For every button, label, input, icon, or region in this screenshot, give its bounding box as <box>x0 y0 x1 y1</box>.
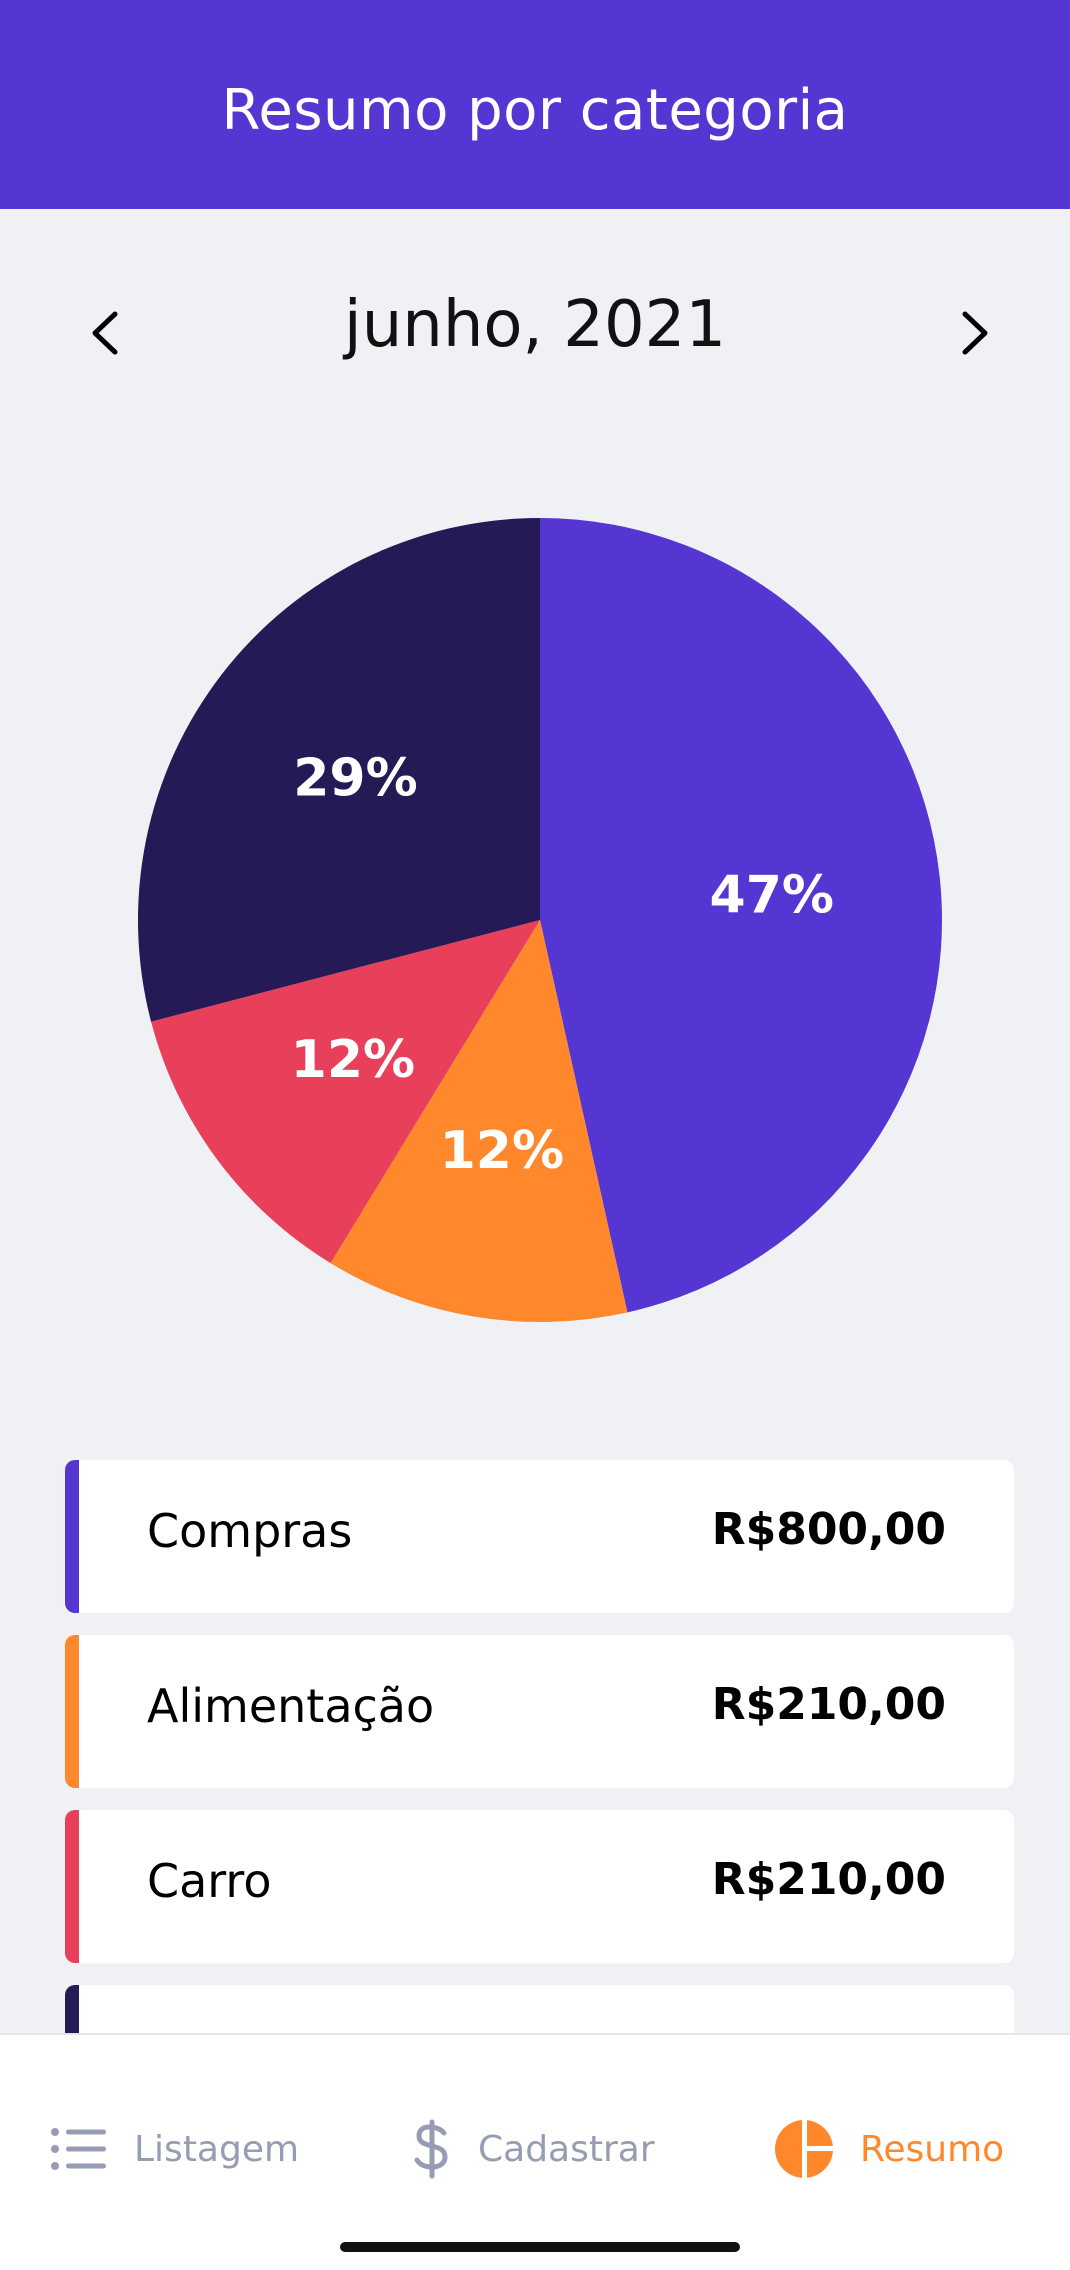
tab-cadastrar[interactable]: Cadastrar <box>412 2109 655 2189</box>
list-icon <box>50 2125 108 2173</box>
page-title: Resumo por categoria <box>221 78 849 143</box>
current-month-label: junho, 2021 <box>343 288 727 362</box>
category-list: Compras R$800,00 Alimentação R$210,00 Ca… <box>65 1460 1014 2033</box>
category-color-bar <box>65 1985 79 2033</box>
pie-slice-label: 12% <box>291 1030 415 1090</box>
category-color-bar <box>65 1810 79 1963</box>
bottom-tab-bar: Listagem Cadastrar Resumo <box>0 2033 1070 2270</box>
pie-slice-label: 47% <box>710 865 834 925</box>
category-card-carro[interactable]: Carro R$210,00 <box>65 1810 1014 1963</box>
chevron-right-icon <box>962 311 988 355</box>
category-amount: R$210,00 <box>711 1854 946 1905</box>
category-name: Carro <box>147 1854 272 1908</box>
tab-listagem[interactable]: Listagem <box>50 2109 299 2189</box>
tab-label: Resumo <box>860 2128 1005 2170</box>
tab-label: Cadastrar <box>478 2128 655 2170</box>
tab-resumo[interactable]: Resumo <box>774 2109 1004 2189</box>
category-pie-chart: 47% 12% 12% 29% <box>130 510 950 1330</box>
category-name: Alimentação <box>147 1679 435 1733</box>
tab-label: Listagem <box>134 2128 300 2170</box>
pie-slice-label: 12% <box>440 1121 564 1181</box>
month-selector: junho, 2021 <box>0 270 1070 390</box>
category-card-alimentacao[interactable]: Alimentação R$210,00 <box>65 1635 1014 1788</box>
pie-chart-icon <box>774 2119 834 2179</box>
category-card-partial[interactable] <box>65 1985 1014 2033</box>
app-header: Resumo por categoria <box>0 0 1070 209</box>
category-color-bar <box>65 1460 79 1613</box>
category-amount: R$210,00 <box>711 1679 946 1730</box>
category-name: Compras <box>147 1504 353 1558</box>
pie-slice-label: 29% <box>293 748 417 808</box>
category-card-compras[interactable]: Compras R$800,00 <box>65 1460 1014 1613</box>
next-month-button[interactable] <box>940 298 1010 368</box>
pie-chart-svg: 47% 12% 12% 29% <box>137 518 943 1322</box>
dollar-icon <box>412 2119 452 2179</box>
category-color-bar <box>65 1635 79 1788</box>
category-amount: R$800,00 <box>711 1504 946 1555</box>
home-indicator <box>340 2242 740 2252</box>
